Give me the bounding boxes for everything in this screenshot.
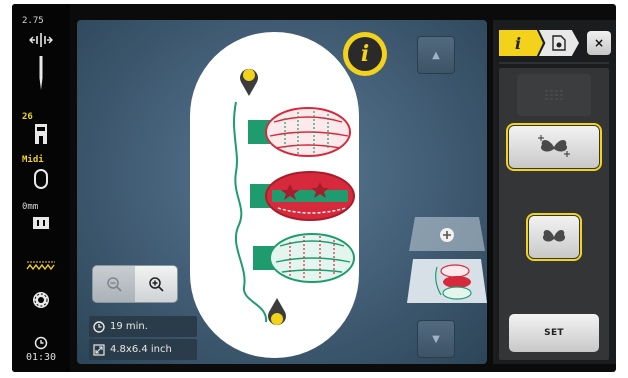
document-tab[interactable]: [539, 30, 579, 56]
set-button[interactable]: SET: [509, 314, 599, 352]
layer-preview[interactable]: [407, 215, 487, 305]
design-size-field: 4.8x6.4 inch: [89, 339, 197, 360]
panel-body: SET: [499, 68, 609, 360]
embroidery-canvas[interactable]: i ▲ ▼ 19 min. 4.8x6.4 inch: [77, 20, 487, 364]
butterfly-move-icon: [538, 135, 570, 157]
zoom-in-icon: [149, 277, 164, 292]
right-panel: i × SET: [493, 20, 616, 364]
bobbin-icon[interactable]: [12, 290, 70, 310]
stitch-width-value: 2.75: [22, 16, 44, 26]
design-size-value: 4.8x6.4 inch: [110, 344, 172, 355]
document-icon: [552, 35, 566, 51]
zoom-out-button[interactable]: [93, 266, 135, 302]
end-point-marker[interactable]: [266, 296, 288, 330]
disabled-option: [517, 74, 591, 116]
stitch-pattern-icon[interactable]: [12, 260, 70, 272]
stitch-width-icon[interactable]: [12, 31, 70, 49]
chevron-down-icon: ▼: [432, 333, 440, 345]
stitch-length-value: 0mm: [22, 202, 39, 212]
chevron-up-icon: ▲: [432, 49, 440, 61]
time-display: 01:30: [25, 352, 57, 363]
panel-header: i ×: [499, 30, 611, 56]
zoom-controls: [92, 265, 178, 303]
machine-screen: 2.75 26 Midi 0mm 01:30 i ▲ ▼ 19 min. 4.8…: [12, 4, 616, 372]
stitch-time-value: 19 min.: [110, 321, 148, 332]
presser-foot-label: Midi: [22, 155, 44, 165]
grid-icon: [545, 90, 563, 100]
center-design-button[interactable]: [526, 213, 582, 261]
scroll-down-button[interactable]: ▼: [417, 320, 455, 358]
zoom-in-button[interactable]: [135, 266, 177, 302]
divider: [499, 62, 609, 64]
resize-icon: [93, 343, 105, 356]
presser-foot-icon[interactable]: [12, 124, 70, 144]
close-button[interactable]: ×: [587, 31, 611, 55]
butterfly-icon: [542, 230, 566, 242]
set-button-label: SET: [544, 328, 564, 338]
info-button[interactable]: i: [343, 32, 387, 76]
move-design-button[interactable]: [506, 123, 602, 171]
hoop-icon[interactable]: [12, 168, 70, 190]
close-icon: ×: [593, 36, 605, 50]
zoom-out-icon: [107, 277, 122, 292]
clock-icon: [12, 336, 70, 350]
feed-dog-icon[interactable]: [12, 216, 70, 230]
stitch-time-field: 19 min.: [89, 316, 197, 337]
clock-icon: [93, 320, 105, 333]
start-point-marker[interactable]: [238, 64, 260, 98]
info-tab[interactable]: i: [499, 30, 543, 56]
needle-icon[interactable]: [12, 56, 70, 92]
info-icon: i: [348, 37, 382, 71]
needle-position-value: 26: [22, 112, 33, 122]
scroll-up-button[interactable]: ▲: [417, 36, 455, 74]
status-sidebar: 2.75 26 Midi 0mm 01:30: [12, 4, 70, 372]
